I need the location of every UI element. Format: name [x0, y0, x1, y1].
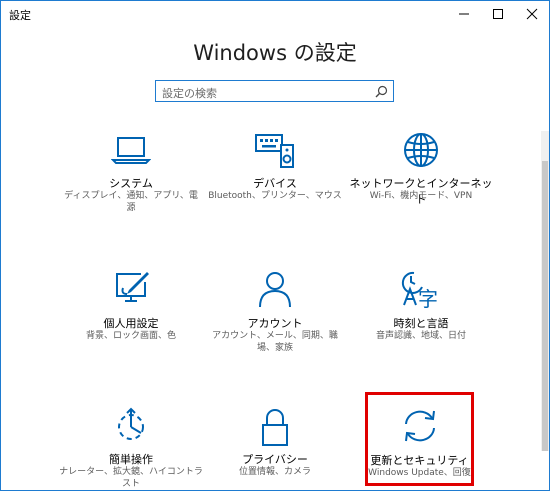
tile-time-language-desc-1: 音声認識、地域、日付	[375, 331, 466, 341]
sync-arrows-icon	[400, 408, 440, 444]
tile-ease-of-access-desc-2: スト	[121, 479, 140, 489]
title-bar[interactable]: 設定	[1, 1, 549, 27]
scrollbar-thumb[interactable]	[542, 161, 548, 451]
tile-update-security-label: 更新とセキュリティ	[370, 454, 469, 467]
tile-devices[interactable]: デバイス Bluetooth、プリンター、マウス	[200, 129, 350, 239]
lock-icon	[255, 407, 295, 447]
tile-time-language-label: 時刻と言語	[393, 317, 449, 330]
tile-accounts-desc-2: 場、家族	[256, 343, 293, 353]
tile-system[interactable]: システム ディスプレイ、通知、アプリ、電 源	[56, 129, 206, 239]
time-language-icon: 字	[400, 269, 442, 309]
svg-text:字: 字	[418, 287, 438, 309]
maximize-icon	[493, 9, 503, 19]
tile-accounts-label: アカウント	[247, 317, 303, 330]
tile-system-label: システム	[109, 177, 153, 190]
tile-personalization-desc-1: 背景、ロック画面、色	[85, 331, 176, 341]
tile-system-desc-2: 源	[126, 203, 136, 213]
tile-ease-of-access-desc-1: ナレーター、拡大鏡、ハイコントラ	[59, 467, 203, 477]
minimize-icon	[459, 13, 469, 15]
page-title: Windows の設定	[193, 41, 357, 65]
settings-window: 設定 Windows の設定 設定の検索 システム ディスプレイ、通知、アプリ、…	[0, 0, 550, 491]
tile-accounts[interactable]: アカウント アカウント、メール、同期、職 場、家族	[200, 269, 350, 379]
tile-update-security-desc-1: Windows Update、回復	[368, 468, 471, 478]
tile-privacy[interactable]: プライバシー 位置情報、カメラ	[200, 405, 350, 490]
globe-icon	[401, 130, 441, 170]
keyboard-speaker-icon	[253, 131, 297, 171]
scrollbar[interactable]	[541, 131, 549, 451]
window-title: 設定	[9, 9, 31, 22]
search-input[interactable]: 設定の検索	[155, 80, 394, 102]
tile-ease-of-access-label: 簡単操作	[109, 453, 153, 466]
tile-personalization[interactable]: 個人用設定 背景、ロック画面、色	[56, 269, 206, 379]
tile-system-desc-1: ディスプレイ、通知、アプリ、電	[64, 191, 198, 201]
tile-personalization-label: 個人用設定	[103, 317, 159, 330]
tile-privacy-desc-1: 位置情報、カメラ	[238, 467, 311, 477]
search-icon[interactable]	[375, 85, 388, 98]
close-icon	[526, 8, 538, 20]
tile-privacy-label: プライバシー	[242, 453, 308, 466]
tile-time-language[interactable]: 字 時刻と言語 音声認識、地域、日付	[346, 269, 496, 379]
tile-network[interactable]: ネットワークとインターネット Wi-Fi、機内モード、VPN	[346, 129, 496, 239]
person-icon	[255, 269, 295, 309]
minimize-button[interactable]	[447, 1, 481, 27]
search-placeholder: 設定の検索	[162, 87, 217, 100]
tile-update-security[interactable]: 更新とセキュリティ Windows Update、回復	[365, 392, 474, 486]
tile-devices-desc-1: Bluetooth、プリンター、マウス	[208, 191, 342, 201]
laptop-icon	[111, 132, 151, 168]
paint-monitor-icon	[111, 270, 151, 308]
ease-of-access-icon	[111, 407, 151, 445]
tile-network-desc-1: Wi-Fi、機内モード、VPN	[369, 191, 473, 201]
tile-accounts-desc-1: アカウント、メール、同期、職	[212, 331, 338, 341]
maximize-button[interactable]	[481, 1, 515, 27]
tile-ease-of-access[interactable]: 簡単操作 ナレーター、拡大鏡、ハイコントラ スト	[56, 405, 206, 490]
close-button[interactable]	[515, 1, 549, 27]
tile-devices-label: デバイス	[253, 177, 297, 190]
